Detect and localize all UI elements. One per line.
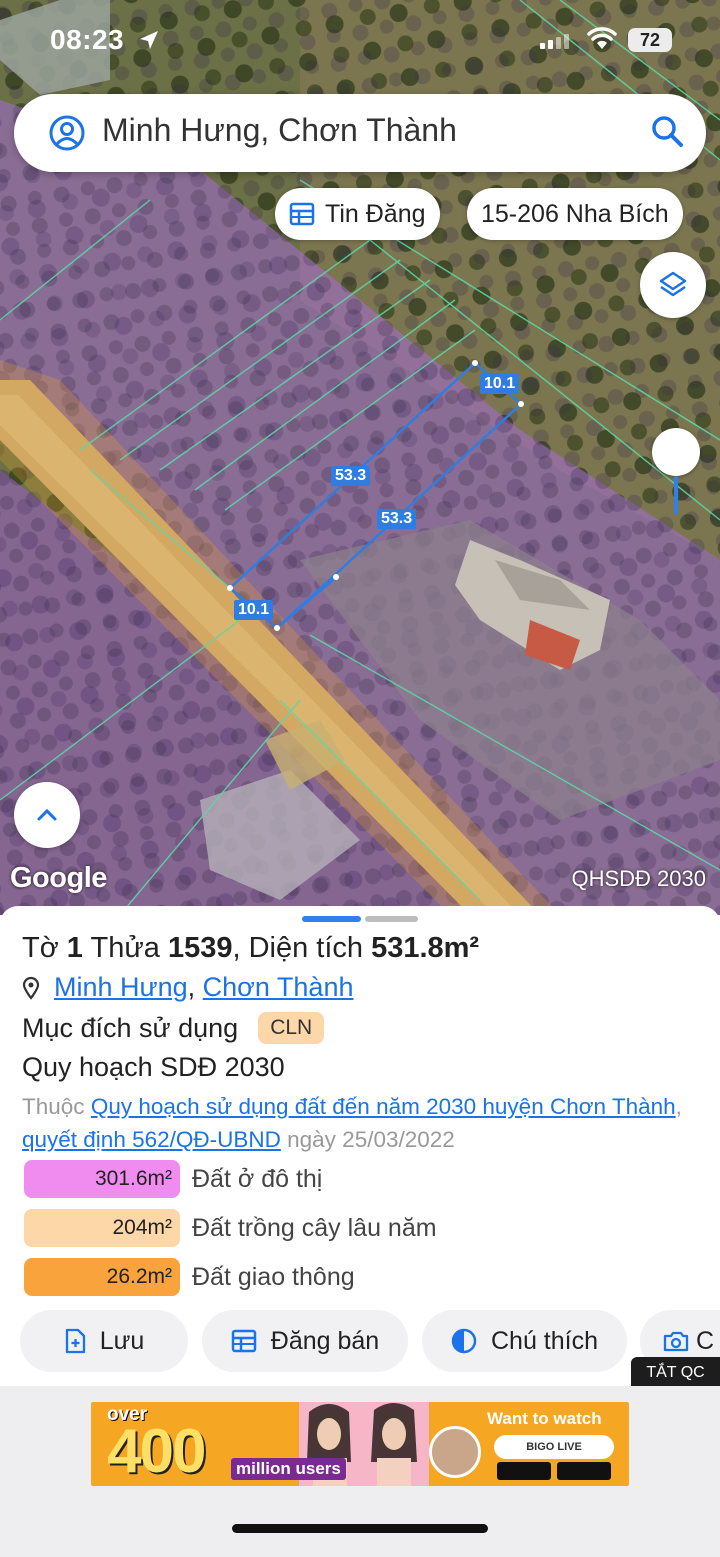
ad-brand: BIGO LIVE <box>494 1435 614 1459</box>
google-logo: Google <box>10 862 107 894</box>
listings-chip[interactable]: Tin Đăng <box>275 188 440 240</box>
status-bar: 08:23 72 <box>0 0 720 80</box>
map-view[interactable]: 10.1 53.3 53.3 10.1 08:23 72 Minh Hưng, … <box>0 0 720 915</box>
ad-avatar <box>429 1426 481 1478</box>
area-value: 26.2m² <box>24 1258 180 1296</box>
wifi-icon <box>587 27 617 49</box>
land-use-purpose: Mục đích sử dụng CLN <box>22 1012 325 1044</box>
parcel-dimension-label: 53.3 <box>331 466 371 486</box>
clock: 08:23 <box>50 24 125 55</box>
land-use-code-badge: CLN <box>258 1012 325 1044</box>
ad-big-number: 400 <box>107 1417 206 1486</box>
ad-users-text: million users <box>231 1458 346 1480</box>
opacity-slider-knob[interactable] <box>652 428 700 476</box>
plan-description: Thuộc Quy hoạch sử dụng đất đến năm 2030… <box>22 1094 682 1152</box>
close-ad-button[interactable]: TẮT QC <box>631 1357 720 1388</box>
chevron-up-icon <box>37 808 57 821</box>
table-icon <box>289 202 315 226</box>
opacity-slider-track[interactable] <box>674 476 678 514</box>
camera-icon <box>662 1329 690 1353</box>
user-account-icon[interactable] <box>48 114 86 152</box>
layers-icon <box>659 271 687 297</box>
district-link[interactable]: Chơn Thành <box>203 972 354 1003</box>
post-sale-button[interactable]: Đăng bán <box>202 1310 408 1372</box>
search-icon[interactable] <box>650 114 684 148</box>
expand-up-button[interactable] <box>14 782 80 848</box>
add-document-icon <box>64 1328 86 1354</box>
purpose-label: Mục đích sử dụng <box>22 1012 239 1043</box>
legend-button[interactable]: Chú thích <box>422 1310 627 1372</box>
land-use-legend-row: 301.6m² Đất ở đô thị <box>24 1160 322 1198</box>
land-use-legend-row: 26.2m² Đất giao thông <box>24 1258 355 1296</box>
plan-layer-label: QHSDĐ 2030 <box>571 866 706 891</box>
app-store-badges <box>497 1462 611 1480</box>
land-use-legend-row: 204m² Đất trồng cây lâu năm <box>24 1209 437 1247</box>
home-indicator[interactable] <box>232 1524 488 1533</box>
plan-code-chip[interactable]: 15-206 Nha Bích <box>467 188 683 240</box>
sheet-handle[interactable] <box>365 916 418 922</box>
location-arrow-icon <box>140 31 158 49</box>
land-use-name: Đất giao thông <box>192 1262 355 1291</box>
search-query[interactable]: Minh Hưng, Chơn Thành <box>102 112 457 149</box>
ad-banner[interactable]: over 400 million users Want to watch BIG… <box>91 1402 629 1486</box>
parcel-title: Tờ 1 Thửa 1539, Diện tích 531.8m² <box>22 932 480 964</box>
action-buttons: Lưu Đăng bán Chú thích C <box>0 1310 720 1372</box>
parcel-dimension-label: 53.3 <box>377 509 417 529</box>
cellular-signal-icon <box>540 34 569 49</box>
land-use-name: Đất trồng cây lâu năm <box>192 1213 437 1242</box>
location-pin-icon <box>22 976 40 1000</box>
parcel-address: Minh Hưng, Chơn Thành <box>22 972 353 1003</box>
save-button[interactable]: Lưu <box>20 1310 188 1372</box>
contrast-icon <box>451 1328 477 1354</box>
listings-chip-label: Tin Đăng <box>325 199 426 228</box>
parcel-dimension-label: 10.1 <box>234 600 274 620</box>
parcel-info-sheet[interactable]: Tờ 1 Thửa 1539, Diện tích 531.8m² Minh H… <box>0 906 720 1386</box>
ad-headline: Want to watch <box>487 1409 602 1428</box>
area-value: 204m² <box>24 1209 180 1247</box>
map-layers-button[interactable] <box>640 252 706 318</box>
ad-area: over 400 million users Want to watch BIG… <box>0 1386 720 1557</box>
plan-document-link[interactable]: Quy hoạch sử dụng đất đến năm 2030 huyện… <box>91 1094 676 1119</box>
commune-link[interactable]: Minh Hưng <box>54 972 188 1003</box>
plan-code-label: 15-206 Nha Bích <box>481 199 669 228</box>
decision-link[interactable]: quyết định 562/QĐ-UBND <box>22 1127 281 1152</box>
area-value: 301.6m² <box>24 1160 180 1198</box>
plan-title: Quy hoạch SDĐ 2030 <box>22 1052 285 1082</box>
battery-indicator: 72 <box>628 28 672 52</box>
search-bar[interactable]: Minh Hưng, Chơn Thành <box>14 94 706 172</box>
land-use-name: Đất ở đô thị <box>192 1164 323 1193</box>
parcel-dimension-label: 10.1 <box>480 374 520 394</box>
sheet-handle-active[interactable] <box>302 916 361 922</box>
table-icon <box>231 1329 257 1353</box>
